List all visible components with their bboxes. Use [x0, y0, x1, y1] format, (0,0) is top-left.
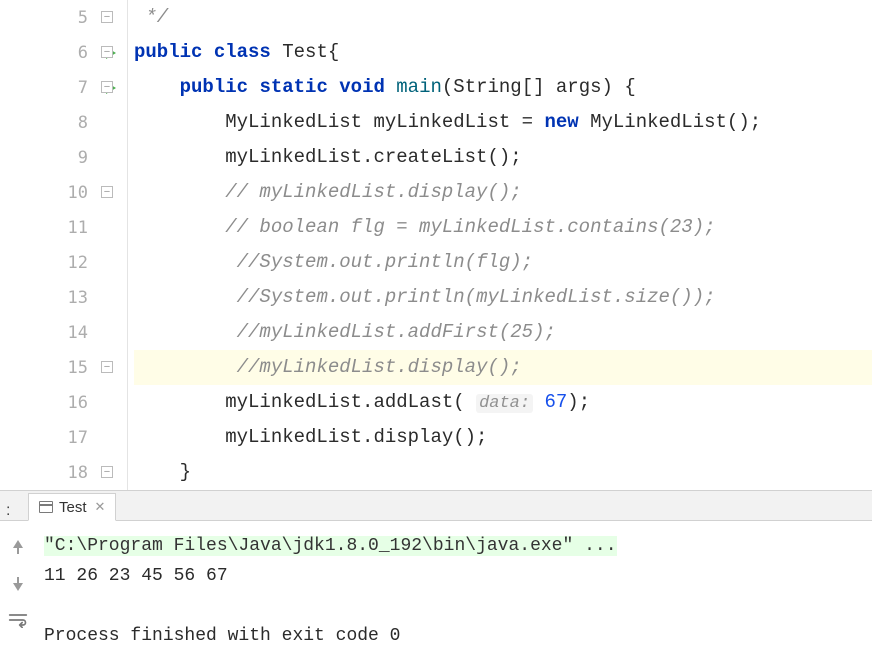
panel-label-colon: :	[6, 502, 10, 520]
gutter-row[interactable]: 8	[18, 105, 96, 140]
fold-column[interactable]	[96, 0, 128, 490]
fold-toggle-icon[interactable]	[100, 80, 114, 94]
fold-toggle-icon[interactable]	[100, 360, 114, 374]
terminal-icon	[39, 501, 53, 513]
code-editor[interactable]: 5 6 7 8 9 10 11 12 13 14 15 16 17 18 */public class T…	[0, 0, 872, 490]
line-number: 5	[78, 8, 88, 28]
line-number: 8	[78, 113, 88, 133]
line-number: 13	[68, 288, 88, 308]
line-number: 12	[68, 253, 88, 273]
line-number: 15	[68, 358, 88, 378]
gutter-row[interactable]: 5	[18, 0, 96, 35]
code-line[interactable]: //System.out.println(flg);	[134, 245, 872, 280]
line-number: 6	[78, 43, 88, 63]
line-number: 9	[78, 148, 88, 168]
scroll-down-button[interactable]	[7, 571, 29, 593]
gutter-row[interactable]: 18	[18, 455, 96, 490]
line-number: 16	[68, 393, 88, 413]
fold-toggle-icon[interactable]	[100, 45, 114, 59]
code-line[interactable]: //System.out.println(myLinkedList.size()…	[134, 280, 872, 315]
line-number: 7	[78, 78, 88, 98]
gutter-row[interactable]: 12	[18, 245, 96, 280]
code-line[interactable]: // boolean flg = myLinkedList.contains(2…	[134, 210, 872, 245]
run-console: : Test ✕ "C:\Program Files\Java\jdk1.8.0…	[0, 490, 872, 665]
console-tab-test[interactable]: Test ✕	[28, 493, 116, 521]
gutter-row[interactable]: 16	[18, 385, 96, 420]
close-icon[interactable]: ✕	[95, 499, 106, 515]
console-tab-label: Test	[59, 499, 87, 516]
gutter-row[interactable]: 14	[18, 315, 96, 350]
code-line[interactable]: myLinkedList.addLast( data: 67);	[134, 385, 872, 420]
gutter-row[interactable]: 6	[18, 35, 96, 70]
gutter-row[interactable]: 10	[18, 175, 96, 210]
code-line[interactable]: //myLinkedList.display();	[134, 350, 872, 385]
line-number: 10	[68, 183, 88, 203]
console-body: "C:\Program Files\Java\jdk1.8.0_192\bin\…	[0, 521, 872, 665]
console-exit-line: Process finished with exit code 0	[44, 621, 864, 651]
code-line[interactable]: */	[134, 0, 872, 35]
code-line[interactable]: // myLinkedList.display();	[134, 175, 872, 210]
gutter-row[interactable]: 7	[18, 70, 96, 105]
code-line[interactable]: //myLinkedList.addFirst(25);	[134, 315, 872, 350]
line-number: 14	[68, 323, 88, 343]
fold-toggle-icon[interactable]	[100, 185, 114, 199]
gutter-row[interactable]: 17	[18, 420, 96, 455]
code-line[interactable]: myLinkedList.display();	[134, 420, 872, 455]
gutter-row[interactable]: 13	[18, 280, 96, 315]
code-line[interactable]: public static void main(String[] args) {	[134, 70, 872, 105]
line-number-gutter[interactable]: 5 6 7 8 9 10 11 12 13 14 15 16 17 18	[18, 0, 96, 490]
console-command-line: "C:\Program Files\Java\jdk1.8.0_192\bin\…	[44, 536, 617, 556]
code-line[interactable]: MyLinkedList myLinkedList = new MyLinked…	[134, 105, 872, 140]
line-number: 18	[68, 463, 88, 483]
code-text-area[interactable]: */public class Test{ public static void …	[128, 0, 872, 490]
line-number: 17	[68, 428, 88, 448]
gutter-row[interactable]: 11	[18, 210, 96, 245]
console-action-bar	[0, 521, 36, 665]
fold-toggle-icon[interactable]	[100, 10, 114, 24]
soft-wrap-button[interactable]	[7, 609, 29, 631]
code-line[interactable]: myLinkedList.createList();	[134, 140, 872, 175]
gutter-row[interactable]: 9	[18, 140, 96, 175]
code-line[interactable]: }	[134, 455, 872, 490]
fold-toggle-icon[interactable]	[100, 465, 114, 479]
line-number: 11	[68, 218, 88, 238]
console-output[interactable]: "C:\Program Files\Java\jdk1.8.0_192\bin\…	[36, 521, 872, 665]
console-tab-bar: : Test ✕	[0, 491, 872, 521]
scroll-up-button[interactable]	[7, 533, 29, 555]
console-stdout: 11 26 23 45 56 67	[44, 561, 864, 591]
gutter-row[interactable]: 15	[18, 350, 96, 385]
code-line[interactable]: public class Test{	[134, 35, 872, 70]
left-margin	[0, 0, 18, 490]
